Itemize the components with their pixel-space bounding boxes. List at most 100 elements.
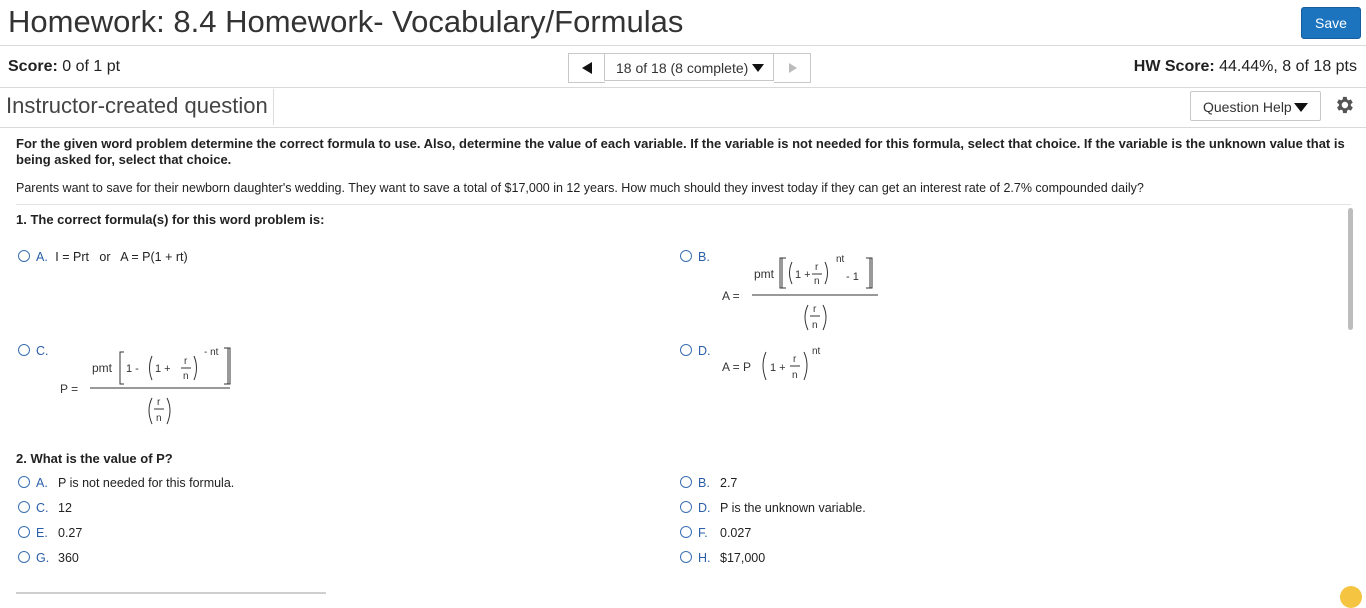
question-selector[interactable]: 18 of 18 (8 complete) (604, 53, 774, 81)
radio-button[interactable] (18, 476, 30, 488)
svg-text:r: r (813, 304, 817, 315)
hw-score-label: HW Score: (1133, 58, 1215, 75)
option-letter: B. (698, 250, 710, 264)
option-letter: D. (698, 344, 711, 358)
radio-button[interactable] (18, 551, 30, 563)
radio-button[interactable] (680, 476, 692, 488)
divider (273, 89, 274, 125)
svg-text:n: n (792, 370, 798, 381)
help-bubble-icon[interactable] (1340, 586, 1362, 608)
svg-text:- 1: - 1 (846, 271, 859, 283)
question-2-prompt: 2. What is the value of P? (16, 451, 173, 466)
q1-option-a[interactable]: A. I = Prt or A = P(1 + rt) (18, 250, 188, 264)
svg-text:n: n (156, 413, 162, 424)
svg-text:1 +: 1 + (770, 362, 786, 374)
option-letter: F. (698, 526, 708, 540)
question-help-button[interactable]: Question Help (1190, 91, 1321, 121)
divider (16, 204, 1351, 205)
divider (0, 87, 1366, 88)
question-selector-label: 18 of 18 (8 complete) (616, 60, 749, 76)
score-value: 0 of 1 pt (62, 58, 121, 75)
radio-button[interactable] (680, 344, 692, 356)
q1-option-d[interactable]: D. (680, 344, 715, 358)
option-text: 0.27 (58, 526, 83, 540)
q2-option-a[interactable]: A. P is not needed for this formula. (18, 476, 234, 490)
svg-text:n: n (814, 276, 820, 287)
svg-text:1 +: 1 + (155, 363, 171, 375)
option-letter: C. (36, 501, 49, 515)
divider (0, 45, 1366, 46)
option-letter: C. (36, 344, 49, 358)
q2-option-b[interactable]: B. 2.7 (680, 476, 737, 490)
caret-down-icon (752, 64, 764, 72)
instructions-text: For the given word problem determine the… (16, 136, 1345, 167)
q2-option-e[interactable]: E. 0.27 (18, 526, 82, 540)
option-text: 2.7 (720, 476, 738, 490)
option-text: 360 (58, 551, 79, 565)
previous-question-button[interactable] (568, 53, 605, 83)
option-letter: A. (36, 250, 48, 264)
svg-text:pmt: pmt (92, 361, 113, 375)
score-label: Score: (8, 58, 58, 75)
option-letter: G. (36, 551, 50, 565)
radio-button[interactable] (18, 501, 30, 513)
q2-option-c[interactable]: C. 12 (18, 501, 72, 515)
hw-score-display: HW Score: 44.44%, 8 of 18 pts (1134, 58, 1357, 76)
option-text: 0.027 (720, 526, 752, 540)
svg-text:1 -: 1 - (126, 363, 139, 375)
save-button[interactable]: Save (1301, 7, 1361, 39)
page-title: Homework: 8.4 Homework- Vocabulary/Formu… (8, 4, 684, 39)
option-text: P is the unknown variable. (720, 501, 866, 515)
formula-c: P = pmt 1 - 1 + r n - nt r n (60, 347, 231, 425)
radio-button[interactable] (680, 526, 692, 538)
formula-d: A = P 1 + r n nt (722, 346, 821, 381)
svg-text:r: r (184, 356, 188, 367)
radio-button[interactable] (18, 250, 30, 262)
option-text: P is not needed for this formula. (58, 476, 235, 490)
q1-option-b[interactable]: B. (680, 250, 714, 264)
q1-option-c[interactable]: C. (18, 344, 53, 358)
option-letter: E. (36, 526, 48, 540)
svg-text:A =: A = (722, 289, 740, 303)
next-question-button[interactable] (774, 53, 811, 83)
option-text: $17,000 (720, 551, 766, 565)
question-type-label: Instructor-created question (6, 93, 268, 118)
q2-option-g[interactable]: G. 360 (18, 551, 79, 565)
problem-text: Parents want to save for their newborn d… (16, 181, 1144, 195)
q2-option-f[interactable]: F. 0.027 (680, 526, 751, 540)
hw-score-value: 44.44%, 8 of 18 pts (1219, 58, 1357, 75)
caret-down-icon (1294, 103, 1308, 112)
score-display: Score: 0 of 1 pt (8, 58, 120, 76)
svg-text:- nt: - nt (204, 347, 219, 358)
option-letter: B. (698, 476, 710, 490)
radio-button[interactable] (680, 501, 692, 513)
svg-text:r: r (793, 354, 797, 365)
svg-text:P =: P = (60, 382, 78, 396)
svg-text:nt: nt (812, 346, 821, 357)
formula-b: A = pmt 1 + r n nt - 1 r n (722, 254, 878, 331)
svg-text:n: n (183, 371, 189, 382)
option-letter: D. (698, 501, 711, 515)
question-help-label: Question Help (1203, 99, 1292, 115)
radio-button[interactable] (18, 526, 30, 538)
option-letter: H. (698, 551, 711, 565)
option-text: 12 (58, 501, 72, 515)
scrollbar-thumb[interactable] (1348, 208, 1353, 330)
option-letter: A. (36, 476, 48, 490)
radio-button[interactable] (18, 344, 30, 356)
svg-text:A = P: A = P (722, 360, 751, 374)
svg-text:n: n (812, 320, 818, 331)
cut-off-hint-text (16, 589, 326, 597)
svg-text:nt: nt (836, 254, 845, 265)
radio-button[interactable] (680, 551, 692, 563)
divider (0, 127, 1366, 128)
radio-button[interactable] (680, 250, 692, 262)
svg-text:pmt: pmt (754, 267, 775, 281)
q2-option-d[interactable]: D. P is the unknown variable. (680, 501, 866, 515)
option-text: I = Prt or A = P(1 + rt) (55, 250, 188, 264)
gear-icon[interactable] (1333, 94, 1355, 116)
svg-text:1 +: 1 + (795, 269, 811, 281)
svg-text:r: r (815, 262, 819, 273)
svg-text:r: r (157, 397, 161, 408)
q2-option-h[interactable]: H. $17,000 (680, 551, 765, 565)
